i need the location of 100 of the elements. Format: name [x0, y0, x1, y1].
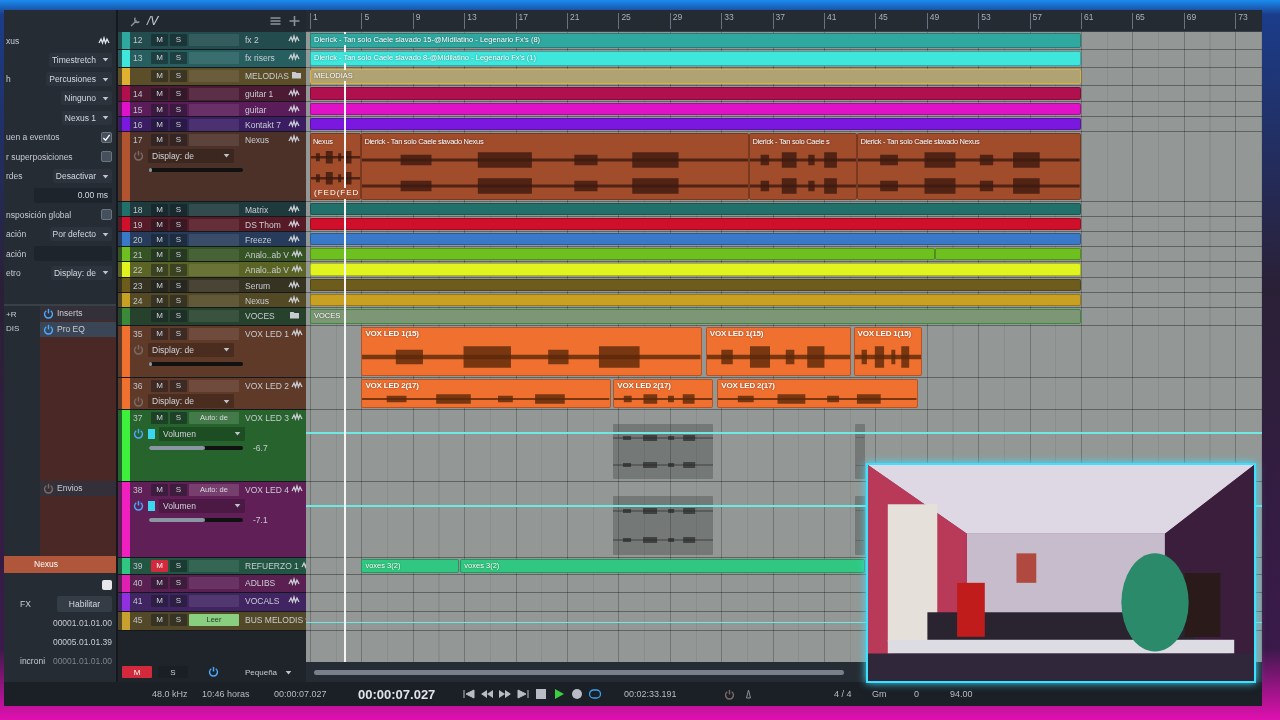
- clip[interactable]: [310, 218, 1081, 230]
- solo-button[interactable]: S: [170, 51, 187, 64]
- track-size-dropdown[interactable]: Pequeña: [239, 666, 299, 678]
- mute-button[interactable]: M: [151, 263, 168, 276]
- setting-checkbox[interactable]: [101, 131, 112, 143]
- mute-button[interactable]: M: [151, 248, 168, 261]
- input-slot[interactable]: [189, 379, 239, 392]
- input-slot[interactable]: [189, 248, 239, 261]
- solo-button[interactable]: S: [170, 379, 187, 392]
- solo-button[interactable]: S: [170, 263, 187, 276]
- input-slot[interactable]: [189, 309, 239, 322]
- solo-button[interactable]: S: [170, 309, 187, 322]
- sends-header[interactable]: Envios: [40, 480, 116, 496]
- add-icon[interactable]: [289, 16, 300, 26]
- input-slot[interactable]: [189, 133, 239, 146]
- input-slot[interactable]: [189, 594, 239, 607]
- clip[interactable]: [310, 248, 935, 260]
- input-slot[interactable]: [189, 559, 239, 572]
- track-name[interactable]: VOX LED 3: [241, 412, 289, 423]
- setting-dropdown[interactable]: Desactivar: [52, 169, 112, 184]
- setting-checkbox[interactable]: [101, 209, 112, 221]
- input-slot[interactable]: [189, 87, 239, 100]
- solo-button[interactable]: S: [170, 327, 187, 340]
- volume-slider[interactable]: [149, 362, 243, 366]
- mute-button[interactable]: M: [151, 233, 168, 246]
- waveform-icon[interactable]: [288, 118, 300, 129]
- input-slot[interactable]: [189, 327, 239, 340]
- waveform-icon[interactable]: [288, 133, 300, 144]
- mute-button[interactable]: M: [151, 379, 168, 392]
- input-slot[interactable]: [189, 203, 239, 216]
- waveform-icon[interactable]: [288, 87, 300, 98]
- waveform-icon[interactable]: [288, 576, 300, 587]
- track-name[interactable]: Serum: [241, 280, 286, 291]
- input-slot[interactable]: [189, 118, 239, 131]
- track-name[interactable]: Nexus: [241, 295, 286, 306]
- input-slot[interactable]: [189, 51, 239, 64]
- mute-button[interactable]: M: [151, 559, 168, 572]
- track-name[interactable]: MELODIAS: [241, 70, 289, 81]
- setting-dropdown[interactable]: Percusiones: [46, 72, 112, 87]
- solo-button[interactable]: S: [170, 203, 187, 216]
- mute-button[interactable]: M: [151, 613, 168, 626]
- clip[interactable]: [310, 103, 1081, 115]
- solo-button[interactable]: S: [170, 87, 187, 100]
- clip[interactable]: [310, 294, 1081, 306]
- clip[interactable]: [310, 203, 1081, 215]
- waveform-icon[interactable]: [288, 203, 300, 214]
- track-name[interactable]: Freeze: [241, 234, 286, 245]
- mute-button[interactable]: M: [151, 411, 168, 424]
- clip[interactable]: [310, 263, 1081, 276]
- power-icon[interactable]: [133, 428, 144, 439]
- track-name[interactable]: Nexus: [241, 134, 286, 145]
- mute-button[interactable]: M: [151, 218, 168, 231]
- clip[interactable]: [934, 248, 1081, 260]
- input-slot[interactable]: [189, 233, 239, 246]
- audio-region[interactable]: [613, 496, 714, 555]
- mute-button[interactable]: M: [151, 133, 168, 146]
- track-name[interactable]: Analo..ab V: [241, 249, 289, 260]
- solo-button[interactable]: S: [170, 594, 187, 607]
- waveform-icon[interactable]: [290, 248, 303, 259]
- waveform-icon[interactable]: [290, 327, 303, 338]
- skip-end-icon[interactable]: [514, 689, 532, 699]
- setting-dropdown[interactable]: Timestretch: [48, 52, 112, 67]
- setting-field[interactable]: 0.00 ms: [34, 187, 112, 203]
- mute-button[interactable]: M: [151, 33, 168, 46]
- waveform-icon[interactable]: [288, 594, 300, 605]
- solo-button[interactable]: S: [170, 576, 187, 589]
- volume-slider[interactable]: [149, 446, 243, 450]
- parameter-dropdown[interactable]: Volumen: [159, 426, 245, 441]
- parameter-dropdown[interactable]: Display: de: [148, 148, 234, 163]
- power-icon[interactable]: [724, 688, 735, 700]
- power-icon[interactable]: [43, 307, 54, 319]
- list-icon[interactable]: [270, 16, 281, 26]
- solo-button[interactable]: S: [170, 411, 187, 424]
- track-name[interactable]: fx risers: [241, 52, 286, 63]
- power-icon[interactable]: [208, 665, 219, 677]
- mute-button[interactable]: M: [151, 51, 168, 64]
- input-slot[interactable]: [189, 576, 239, 589]
- track-name[interactable]: VOX LED 1: [241, 328, 289, 339]
- clip[interactable]: [310, 87, 1081, 100]
- rewind-start-icon[interactable]: [460, 689, 478, 699]
- option-checkbox[interactable]: [102, 580, 112, 591]
- waveform-icon[interactable]: [288, 103, 300, 114]
- mute-button[interactable]: M: [151, 69, 168, 82]
- track-name[interactable]: REFUERZO 1: [241, 560, 299, 571]
- input-slot[interactable]: [189, 263, 239, 276]
- waveform-icon[interactable]: [288, 33, 300, 44]
- wrench-icon[interactable]: [130, 15, 141, 27]
- insert-slot[interactable]: Pro EQ: [40, 321, 116, 337]
- mute-button[interactable]: M: [151, 279, 168, 292]
- waveform-icon[interactable]: [290, 379, 303, 390]
- solo-button[interactable]: S: [170, 294, 187, 307]
- enable-button[interactable]: Habilitar: [56, 596, 112, 613]
- waveform-icon[interactable]: [288, 294, 300, 305]
- power-icon[interactable]: [133, 500, 144, 511]
- loop-icon[interactable]: [586, 689, 604, 699]
- mute-button[interactable]: M: [151, 576, 168, 589]
- waveform-icon[interactable]: [288, 218, 300, 229]
- solo-button[interactable]: S: [170, 118, 187, 131]
- track-name[interactable]: Kontakt 7: [241, 119, 286, 130]
- solo-button[interactable]: S: [170, 248, 187, 261]
